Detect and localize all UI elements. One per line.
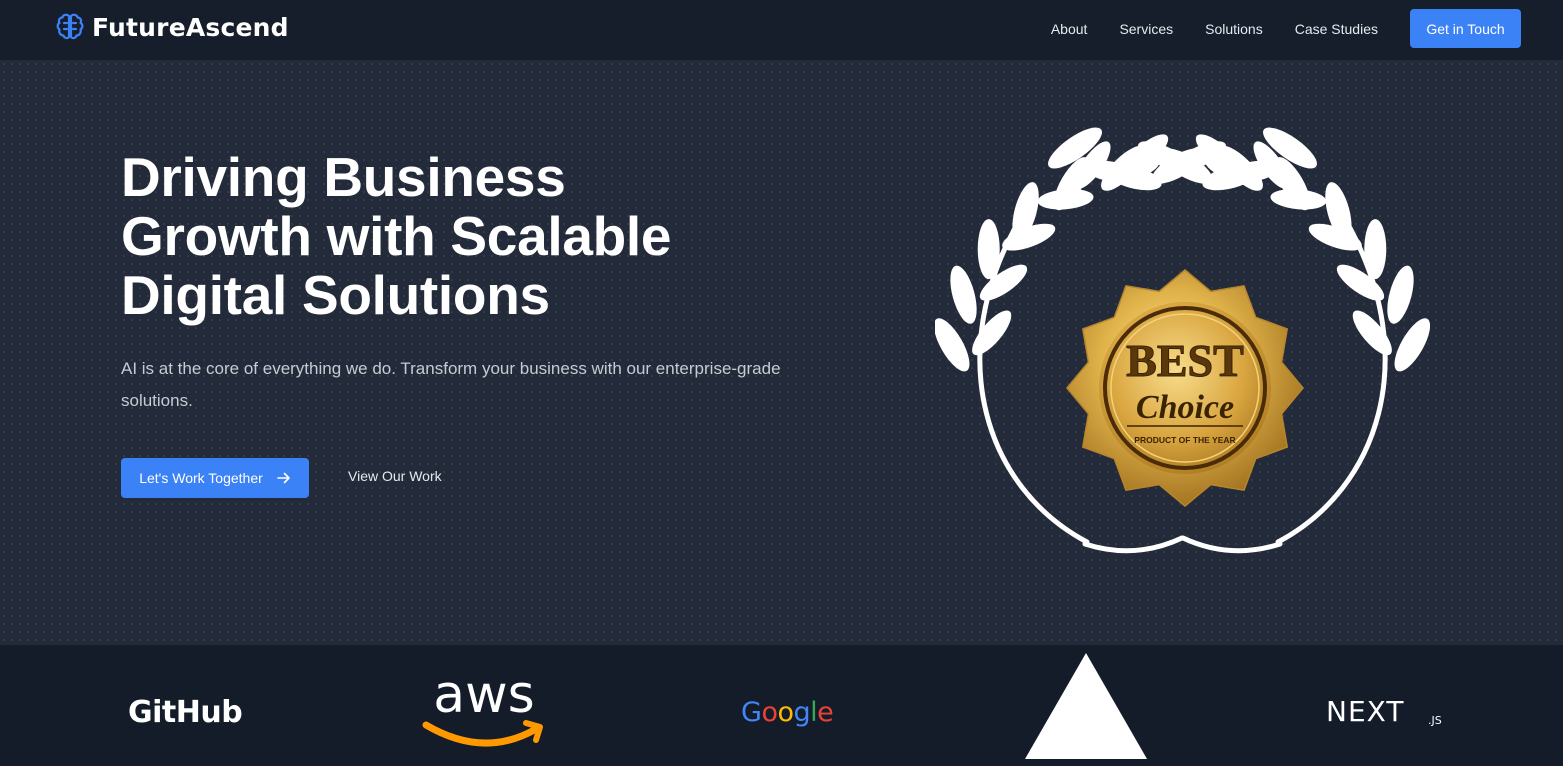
aws-logo: aws	[422, 667, 543, 747]
brand-name: FutureAscend	[92, 12, 289, 42]
arrow-right-icon	[276, 472, 290, 484]
github-logo: GitHub	[128, 695, 243, 730]
laurel-leaf	[1270, 188, 1327, 210]
google-letter: o	[761, 697, 778, 728]
nav-link-services[interactable]: Services	[1119, 21, 1173, 37]
brand-logo[interactable]: FutureAscend	[54, 11, 289, 43]
nav-link-solutions[interactable]: Solutions	[1205, 21, 1263, 37]
nav-links: About Services Solutions Case Studies Ge…	[1019, 9, 1521, 48]
badge-best-text: BEST	[1126, 335, 1244, 386]
get-in-touch-button[interactable]: Get in Touch	[1410, 9, 1521, 48]
top-navigation: FutureAscend About Services Solutions Ca…	[0, 0, 1563, 60]
lets-work-together-button[interactable]: Let's Work Together	[121, 458, 309, 498]
laurel-leaf	[1037, 188, 1094, 210]
svg-text:.JS: .JS	[1428, 714, 1442, 727]
hero-title: Driving Business Growth with Scalable Di…	[121, 146, 672, 326]
badge-choice-text: Choice	[1136, 389, 1234, 426]
nav-link-about[interactable]: About	[1051, 21, 1088, 37]
view-our-work-button[interactable]: View Our Work	[348, 468, 442, 484]
google-letter: g	[793, 697, 811, 728]
hero-section: Driving Business Growth with Scalable Di…	[0, 60, 1563, 645]
badge-subtitle-text: PRODUCT OF THE YEAR	[1134, 435, 1235, 445]
google-letter: o	[777, 697, 794, 728]
lets-work-together-label: Let's Work Together	[139, 470, 263, 486]
nav-link-case-studies[interactable]: Case Studies	[1295, 21, 1378, 37]
google-logo: Google	[741, 697, 834, 728]
hero-subtitle: AI is at the core of everything we do. T…	[121, 359, 781, 410]
best-choice-award: BEST Choice PRODUCT OF THE YEAR	[935, 127, 1430, 554]
gold-badge: BEST Choice PRODUCT OF THE YEAR	[1066, 269, 1304, 507]
partner-logos: GitHub aws Google NEXT .JS	[0, 645, 1563, 766]
google-letter: e	[817, 697, 834, 728]
laurel-leaf	[1387, 265, 1414, 324]
vercel-logo	[1025, 653, 1147, 759]
nextjs-logo: NEXT .JS	[1326, 697, 1442, 728]
laurel-leaf	[1364, 219, 1387, 280]
laurel-leaf	[977, 219, 1000, 280]
svg-text:NEXT: NEXT	[1326, 697, 1404, 728]
svg-text:aws: aws	[433, 667, 535, 725]
google-letter: G	[741, 697, 762, 728]
brain-icon	[56, 13, 84, 40]
laurel-leaf	[950, 265, 977, 324]
